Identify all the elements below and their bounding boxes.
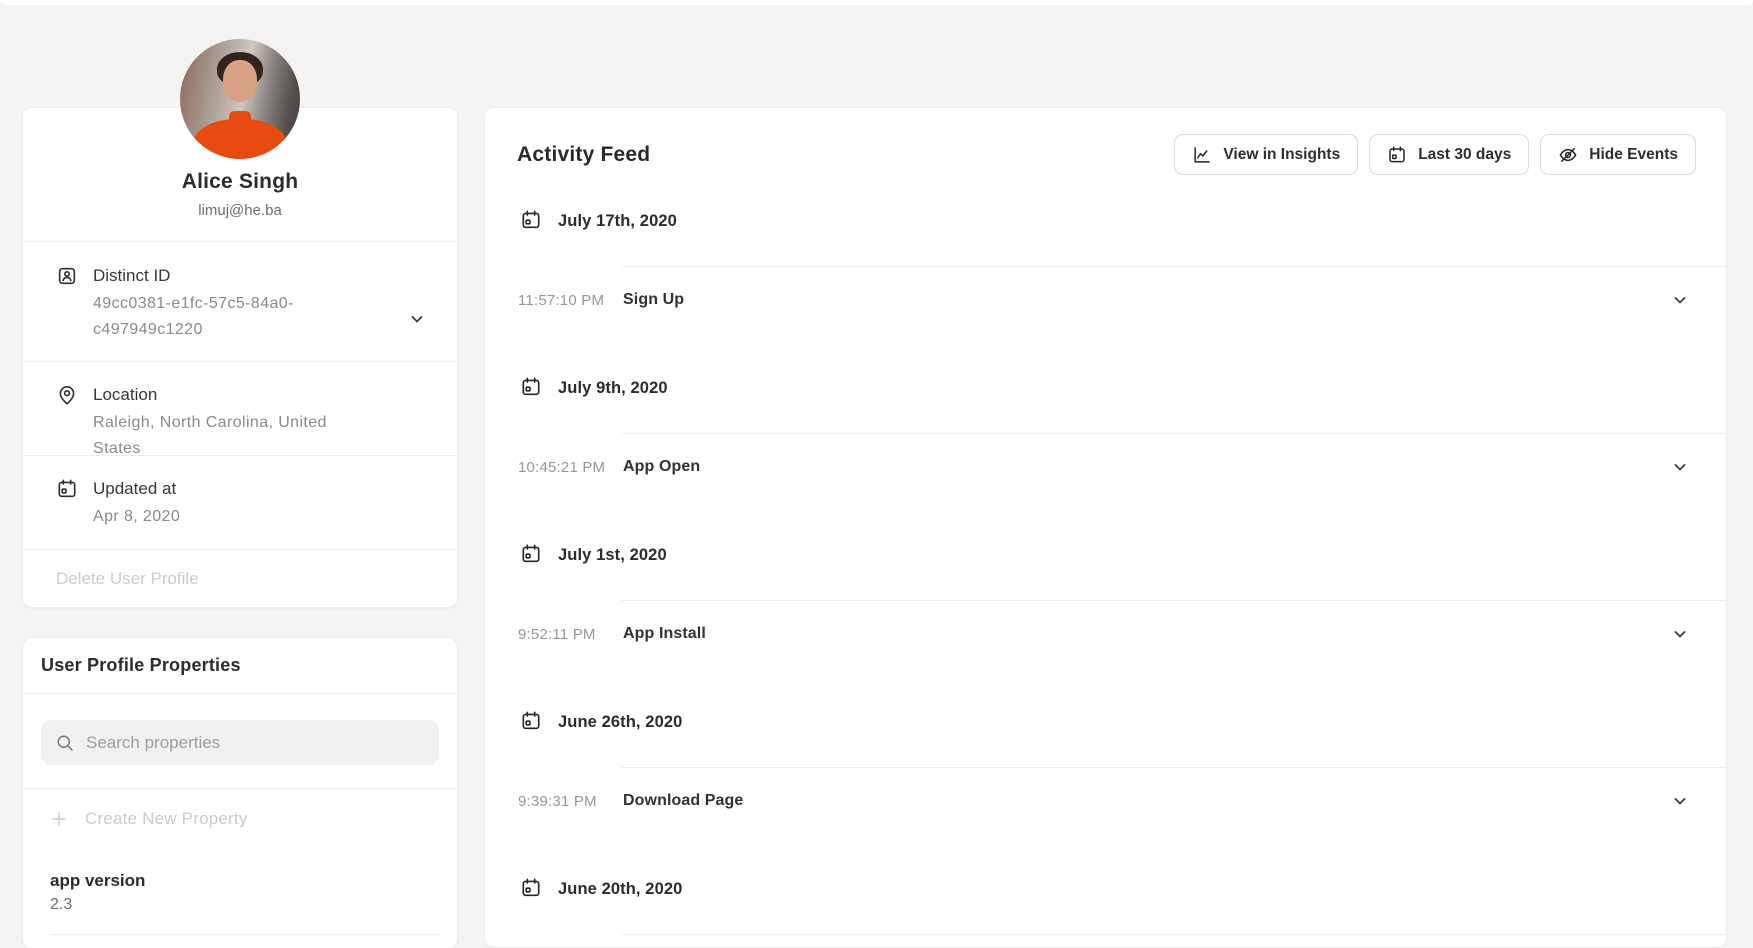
properties-search-row [23,694,457,789]
property-name: app version [50,869,439,893]
search-box[interactable] [41,720,439,765]
field-value: 49cc0381-e1fc-57c5-84a0-c497949c1220 [93,291,333,343]
event-row[interactable]: 9:52:11 PMApp Install [485,601,1726,667]
properties-list: app version2.3 [23,869,457,935]
search-properties-input[interactable] [86,733,425,753]
profile-sidebar: Alice Singh limuj@he.ba Distinct ID 49cc0… [22,107,458,948]
button-label: Last 30 days [1418,146,1511,164]
calendar-icon [520,877,542,899]
field-value: Raleigh, North Carolina, United States [93,410,333,462]
event-name: Sign Up [623,291,1670,309]
properties-title-row: User Profile Properties [23,638,457,694]
create-new-property-button[interactable]: Create New Property [23,789,457,848]
properties-title: User Profile Properties [41,655,241,676]
event-time: 9:52:11 PM [518,626,623,643]
button-label: View in Insights [1223,146,1340,164]
feed-date-header: July 17th, 2020 [520,198,1726,242]
feed-date-label: June 26th, 2020 [558,713,682,732]
field-label: Location [93,383,333,407]
feed-date-header: June 26th, 2020 [520,699,1726,743]
calendar-icon [520,543,542,565]
avatar [180,39,300,159]
chart-line-icon [1192,145,1212,165]
chevron-down-icon[interactable] [1670,791,1690,811]
event-name: App Open [623,458,1670,476]
property-value: 2.3 [50,893,439,917]
calendar-icon [520,376,542,398]
chevron-down-icon[interactable] [1670,624,1690,644]
contact-card-icon [56,265,78,287]
profile-name: Alice Singh [23,168,457,196]
top-header-edge [0,0,1753,5]
chevron-down-icon[interactable] [407,309,427,329]
feed-date-group: July 1st, 2020 9:52:11 PMApp Install [485,510,1726,677]
chevron-down-icon[interactable] [1670,457,1690,477]
profile-field-distinct-id: Distinct ID 49cc0381-e1fc-57c5-84a0-c4979… [23,242,457,362]
calendar-icon [1387,145,1407,165]
profile-card: Alice Singh limuj@he.ba Distinct ID 49cc0… [22,107,458,608]
feed-date-group: July 17th, 2020 11:57:10 PMSign Up [485,176,1726,343]
profile-email: limuj@he.ba [23,202,457,219]
view-in-insights-button[interactable]: View in Insights [1174,134,1358,175]
activity-feed-actions: View in Insights Last 30 days Hide Events [1174,134,1696,175]
activity-feed-groups: July 17th, 2020 11:57:10 PMSign Up July 9t… [485,176,1726,945]
event-time: 10:45:21 PM [518,459,623,476]
hide-events-button[interactable]: Hide Events [1540,134,1696,175]
event-name: App Install [623,625,1670,643]
location-pin-icon [56,384,78,406]
feed-date-header: June 20th, 2020 [520,866,1726,910]
event-row[interactable]: 9:39:31 PMDownload Page [485,768,1726,834]
chevron-down-icon[interactable] [1670,290,1690,310]
profile-field-updated-at: Updated at Apr 8, 2020 [23,456,457,550]
property-item[interactable]: app version2.3 [50,869,439,935]
feed-date-label: July 9th, 2020 [558,379,668,398]
last-30-days-button[interactable]: Last 30 days [1369,134,1529,175]
eye-off-icon [1558,145,1578,165]
delete-user-profile-button[interactable]: Delete User Profile [23,550,457,608]
feed-date-label: July 1st, 2020 [558,546,667,565]
search-icon [55,733,75,753]
feed-date-label: July 17th, 2020 [558,212,677,231]
event-row[interactable]: 11:57:10 PMSign Up [485,267,1726,333]
create-new-property-label: Create New Property [85,809,248,829]
feed-date-header: July 9th, 2020 [520,365,1726,409]
feed-date-header: July 1st, 2020 [520,532,1726,576]
activity-feed-title: Activity Feed [517,134,650,176]
field-value: Apr 8, 2020 [93,504,180,530]
event-row[interactable]: 10:45:21 PMApp Open [485,434,1726,500]
feed-date-group: July 9th, 2020 10:45:21 PMApp Open [485,343,1726,510]
field-label: Distinct ID [93,264,333,288]
calendar-icon [520,710,542,732]
activity-feed-card: Activity Feed View in Insights Last 30 da… [484,107,1727,948]
event-name: Download Page [623,792,1670,810]
activity-feed-header: Activity Feed View in Insights Last 30 da… [485,108,1726,176]
calendar-icon [56,478,78,500]
profile-field-location: LocationRaleigh, North Carolina, United … [23,362,457,456]
feed-date-group: June 26th, 2020 9:39:31 PMDownload Page [485,677,1726,844]
user-profile-properties-card: User Profile Properties Create New Prope… [22,637,458,948]
profile-fields: Distinct ID 49cc0381-e1fc-57c5-84a0-c4979… [23,242,457,550]
field-label: Updated at [93,477,180,501]
plus-icon [50,810,68,828]
button-label: Hide Events [1589,146,1678,164]
feed-divider [622,934,1726,935]
feed-date-label: June 20th, 2020 [558,880,682,899]
event-time: 11:57:10 PM [518,292,623,309]
calendar-icon [520,209,542,231]
event-time: 9:39:31 PM [518,793,623,810]
feed-date-group: June 20th, 2020 [485,844,1726,945]
